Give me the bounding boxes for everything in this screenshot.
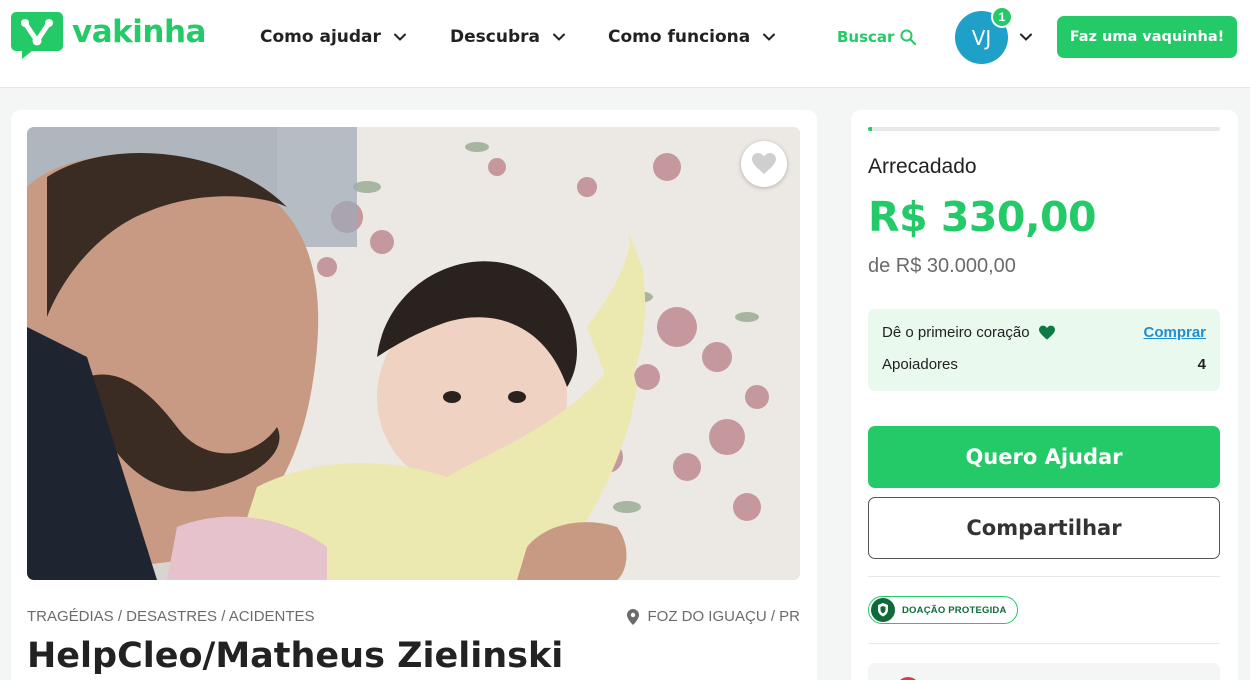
raised-value: R$ 330,00 [868,193,1097,241]
supporters-count: 4 [1197,356,1206,373]
first-heart-text: Dê o primeiro coração [882,324,1030,341]
location-pin-icon [627,608,640,625]
nav-como-ajudar[interactable]: Como ajudar [260,24,407,50]
share-button[interactable]: Compartilhar [868,497,1220,559]
location-label: FOZ DO IGUAÇU / PR [647,608,800,625]
divider [868,576,1220,577]
raised-label: Arrecadado [868,155,977,178]
first-heart-text-wrap: Dê o primeiro coração [882,324,1056,341]
first-heart-row: Dê o primeiro coração Comprar [882,324,1206,341]
favorite-button[interactable] [741,141,787,187]
chevron-down-icon [552,33,565,41]
search-label: Buscar [837,28,895,46]
campaign-location: FOZ DO IGUAÇU / PR [627,608,800,625]
campaign-photo [27,127,800,580]
campaign-title: HelpCleo/Matheus Zielinski [27,636,564,676]
chevron-down-icon [763,33,776,41]
heart-icon [752,153,776,174]
vakinha-logo-icon [11,12,63,59]
donate-button[interactable]: Quero Ajudar [868,426,1220,488]
nav-label: Descubra [450,27,540,47]
next-section-box [868,663,1220,680]
nav-label: Como funciona [608,27,751,47]
supporters-label: Apoiadores [882,356,958,373]
notification-badge: 1 [991,6,1013,28]
protected-label: DOAÇÃO PROTEGIDA [902,604,1007,616]
progress-fill [868,127,872,131]
progress-bar [868,127,1220,131]
chevron-down-icon[interactable] [1018,29,1034,45]
heart-icon [1038,325,1055,340]
goal-text: de R$ 30.000,00 [868,255,1016,277]
nav-label: Como ajudar [260,27,381,47]
campaign-photo-image [27,127,800,580]
supporters-row: Apoiadores 4 [882,356,1206,373]
divider [868,643,1220,644]
brand-name: vakinha [72,14,206,50]
search-icon [900,29,917,45]
protected-donation-badge[interactable]: DOAÇÃO PROTEGIDA [868,596,1018,624]
campaign-category[interactable]: TRAGÉDIAS / DESASTRES / ACIDENTES [27,608,315,625]
nav-como-funciona[interactable]: Como funciona [608,24,776,50]
site-header: vakinha Como ajudar Descubra Como funcio… [0,0,1250,88]
chevron-down-icon [393,33,406,41]
nav-descubra[interactable]: Descubra [450,24,566,50]
logo[interactable]: vakinha [10,10,206,60]
supporters-box: Dê o primeiro coração Comprar Apoiadores… [868,309,1220,391]
create-campaign-button[interactable]: Faz uma vaquinha! [1057,16,1237,58]
buy-hearts-link[interactable]: Comprar [1143,324,1206,341]
shield-icon [871,598,895,622]
search-button[interactable]: Buscar [837,24,917,50]
